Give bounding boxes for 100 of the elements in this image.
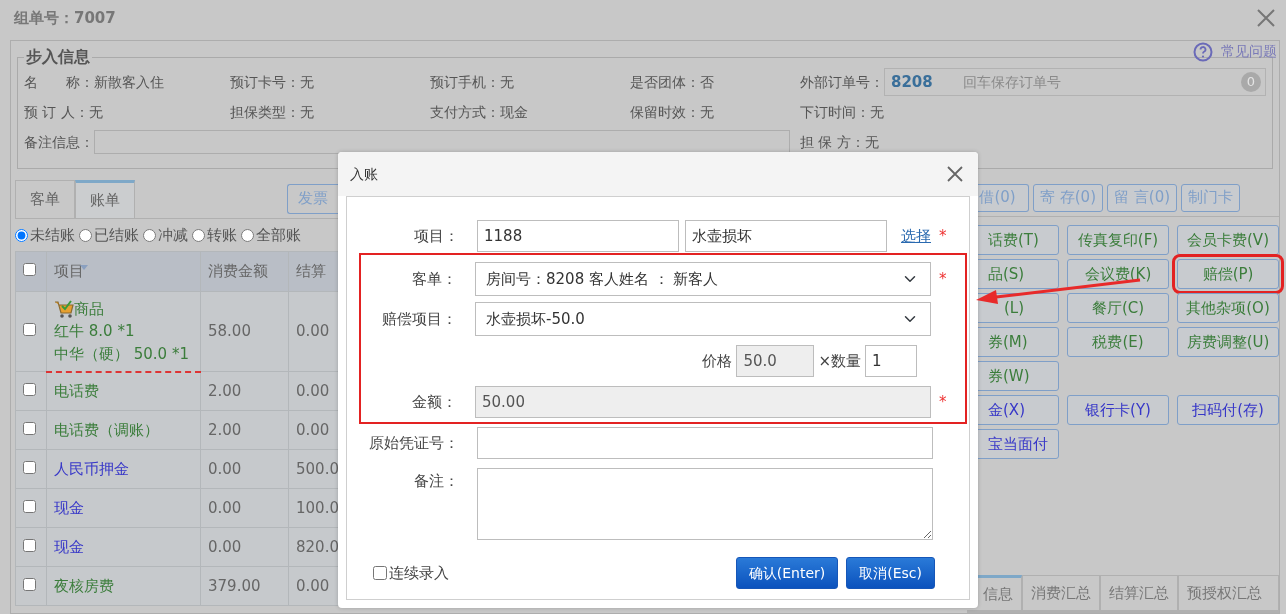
table-cell-text: 中华（硬） 50.0 *1 — [54, 343, 190, 365]
radio-label: 已结账 — [94, 224, 139, 246]
required-mark: * — [939, 225, 947, 247]
help-icon[interactable] — [1193, 41, 1213, 62]
close-icon[interactable] — [946, 165, 964, 183]
field-label: 下订时间： — [800, 102, 870, 122]
action-button[interactable]: 扫码付(存) — [1177, 395, 1279, 425]
field-label: 支付方式： — [430, 102, 500, 122]
required-mark: * — [939, 268, 947, 290]
table-cell: 58.00 — [208, 322, 251, 341]
input-field[interactable]: 1188 — [477, 220, 679, 252]
column-header: 结算 — [296, 262, 326, 281]
field-label: 名 称： — [24, 72, 94, 92]
input-field[interactable]: 水壶损坏 — [685, 220, 887, 252]
field-label: 担 保 方： — [800, 132, 865, 152]
window-title: 组单号：7007 — [14, 7, 116, 29]
radio-button[interactable] — [143, 228, 156, 242]
radio-button[interactable] — [192, 228, 205, 242]
toolbar-button[interactable]: 寄 存(0) — [1033, 183, 1103, 212]
table-cell: 500.0 — [296, 459, 339, 478]
tab[interactable]: 结算汇总 — [1100, 575, 1178, 611]
select-link[interactable]: 选择 — [901, 224, 931, 248]
table-cell: 夜核房费 — [54, 576, 114, 595]
table-cell: 人民币押金 — [54, 459, 129, 478]
confirm-button[interactable]: 确认(Enter) — [735, 557, 839, 589]
action-button[interactable]: 银行卡(Y) — [1067, 395, 1169, 425]
action-button[interactable]: 会议费(K) — [1067, 259, 1169, 289]
shopping-cart-icon — [54, 298, 74, 319]
radio-label: 转账 — [207, 224, 237, 246]
table-cell: 电话费 — [54, 382, 99, 400]
checkbox[interactable] — [23, 460, 36, 474]
field-value: 无 — [700, 102, 714, 122]
field-label: 备注： — [413, 471, 459, 492]
checkbox[interactable] — [23, 263, 36, 277]
checkbox[interactable] — [23, 499, 36, 513]
tab[interactable]: 预授权汇总 — [1178, 575, 1279, 611]
remarks-field[interactable] — [477, 468, 933, 540]
field-label: 赔偿项目： — [381, 308, 457, 330]
input-field[interactable]: 1 — [865, 345, 917, 377]
field-label: 备注信息： — [24, 132, 94, 152]
field-label: 预 订 人： — [24, 102, 89, 122]
table-cell: 0.00 — [208, 459, 242, 478]
sort-icon[interactable] — [80, 265, 88, 271]
field-value: 新散客入住 — [94, 72, 164, 92]
column-header: 消费金额 — [208, 262, 268, 281]
table-cell: 0.00 — [296, 576, 330, 595]
table-cell: 0.00 — [208, 498, 242, 517]
field-label: 保留时效： — [630, 102, 700, 122]
checkbox[interactable] — [23, 421, 36, 435]
action-button[interactable]: 税费(E) — [1067, 327, 1169, 357]
action-button[interactable]: 房费调整(U) — [1177, 327, 1279, 357]
table-cell: 0.00 — [296, 381, 330, 400]
column-header: 项目 — [54, 262, 84, 281]
checkbox[interactable] — [23, 538, 36, 552]
table-cell: 2.00 — [208, 381, 242, 400]
checkbox[interactable] — [23, 382, 36, 396]
action-button[interactable]: 会员卡费(V) — [1177, 225, 1279, 255]
table-cell: 电话费（调账） — [54, 420, 159, 439]
cancel-button[interactable]: 取消(Esc) — [846, 557, 935, 589]
table-cell: 现金 — [54, 537, 84, 556]
dialog-title: 入账 — [350, 164, 378, 184]
toolbar-button[interactable]: 制门卡 — [1181, 183, 1241, 212]
radio-button[interactable] — [241, 228, 254, 242]
close-icon[interactable] — [1256, 8, 1276, 28]
action-button[interactable]: 其他杂项(O) — [1177, 293, 1279, 323]
field-label: 金额： — [411, 391, 457, 413]
action-button[interactable]: 传真复印(F) — [1067, 225, 1169, 255]
checkbox[interactable] — [23, 323, 36, 337]
table-cell: 100.0 — [296, 498, 339, 517]
checkbox[interactable] — [373, 566, 387, 580]
checkbox[interactable] — [23, 577, 36, 591]
count-badge: 0 — [1241, 72, 1261, 92]
table-cell-text: 商品 — [74, 298, 104, 320]
field-label: 客单： — [411, 268, 457, 290]
input-field[interactable] — [477, 427, 933, 459]
input-field[interactable]: 50.0 — [736, 345, 815, 377]
table-cell: 379.00 — [208, 576, 261, 595]
toolbar-button[interactable]: 留 言(0) — [1107, 183, 1178, 212]
radio-label: 未结账 — [30, 224, 75, 246]
radio-label: 冲减 — [158, 224, 188, 246]
input-field[interactable]: 50.00 — [475, 386, 931, 418]
checkbox-label: 连续录入 — [389, 562, 449, 584]
field-label: 是否团体： — [630, 72, 700, 92]
radio-button[interactable] — [15, 228, 28, 242]
field-label: 担保类型： — [230, 102, 300, 122]
field-label: ×数量 — [818, 350, 861, 372]
dropdown[interactable]: 房间号：8208 客人姓名 ： 新客人 — [475, 262, 931, 296]
field-value: 无 — [864, 132, 879, 152]
field-value: 无 — [870, 102, 884, 122]
tab[interactable]: 消费汇总 — [1022, 575, 1100, 611]
dropdown[interactable]: 水壶损坏-50.0 — [475, 302, 931, 336]
table-cell: 0.00 — [208, 537, 242, 556]
radio-button[interactable] — [79, 228, 92, 242]
help-link[interactable]: 常见问题 — [1221, 41, 1277, 62]
table-cell: 现金 — [54, 498, 84, 517]
action-button[interactable]: 餐厅(C) — [1067, 293, 1169, 323]
tab[interactable]: 账单 — [75, 180, 135, 218]
field-value: 现金 — [500, 102, 528, 122]
field-value: 8208 — [891, 71, 933, 93]
tab[interactable]: 客单 — [15, 180, 75, 218]
